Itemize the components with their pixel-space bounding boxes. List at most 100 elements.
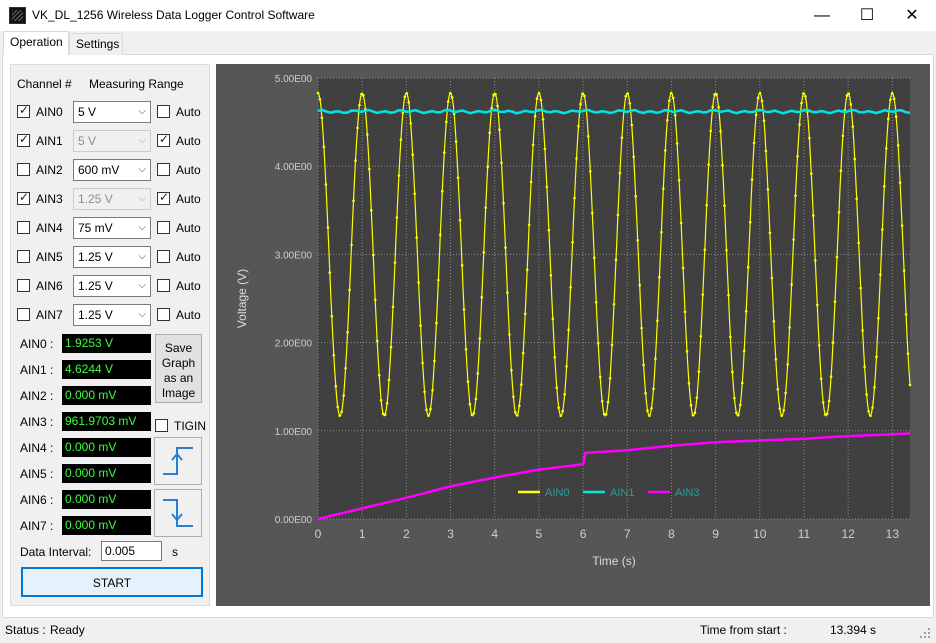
data-point: [318, 98, 322, 101]
rising-edge-icon: [163, 447, 193, 475]
minimize-button[interactable]: —: [799, 0, 845, 31]
auto-checkbox-ain5[interactable]: [157, 250, 170, 263]
data-point: [433, 359, 436, 363]
data-point: [610, 343, 614, 347]
range-select-ain2[interactable]: 600 mV ⌵: [73, 159, 151, 181]
readout-label: AIN6 :: [20, 493, 54, 507]
readout-value: 0.000 mV: [62, 386, 151, 405]
auto-checkbox-ain4[interactable]: [157, 221, 170, 234]
data-point: [411, 153, 414, 156]
data-point: [715, 93, 718, 96]
data-point: [881, 228, 884, 231]
data-point: [439, 233, 442, 237]
falling-edge-button[interactable]: [154, 489, 202, 537]
range-select-ain4[interactable]: 75 mV ⌵: [73, 217, 151, 239]
data-point: [395, 216, 399, 219]
channel-checkbox-ain5[interactable]: [17, 250, 30, 263]
data-point: [774, 358, 778, 361]
channel-checkbox-ain2[interactable]: [17, 163, 30, 176]
data-point: [652, 387, 655, 391]
data-point: [660, 230, 663, 234]
data-interval-input[interactable]: 0.005: [101, 541, 162, 561]
range-select-ain5[interactable]: 1.25 V ⌵: [73, 246, 151, 268]
auto-checkbox-ain6[interactable]: [157, 279, 170, 292]
legend-label: AIN1: [610, 487, 634, 499]
data-point: [316, 91, 320, 95]
data-point: [539, 98, 543, 102]
data-point: [502, 201, 505, 205]
data-point: [415, 236, 418, 239]
readout-value: 1.9253 V: [62, 334, 151, 353]
data-point: [634, 194, 637, 198]
range-select-ain6[interactable]: 1.25 V ⌵: [73, 275, 151, 297]
data-point: [748, 220, 752, 224]
data-point: [474, 397, 478, 401]
range-value: 75 mV: [78, 221, 113, 235]
tigin-checkbox[interactable]: [155, 419, 168, 432]
data-point: [604, 413, 608, 416]
range-select-ain0[interactable]: 5 V ⌵: [73, 101, 151, 123]
data-point: [741, 381, 744, 385]
auto-checkbox-ain3[interactable]: [157, 190, 170, 205]
data-point: [443, 151, 446, 154]
data-point: [646, 409, 649, 412]
data-point: [902, 269, 906, 272]
channel-checkbox-ain1[interactable]: [17, 132, 30, 147]
close-button[interactable]: ✕: [889, 0, 935, 31]
data-point: [887, 117, 890, 121]
data-point: [362, 94, 365, 97]
chart-panel: 0 1 2 3 4 5 6 7 8 9 10 11 12 13 0.00E00 1.00E00 2.00E00 3…: [216, 64, 930, 606]
data-point: [654, 357, 657, 361]
range-value: 1.25 V: [78, 279, 113, 293]
data-point: [624, 94, 628, 98]
data-point: [804, 95, 807, 98]
data-point: [892, 97, 896, 101]
channel-checkbox-ain0[interactable]: [17, 103, 30, 118]
data-point: [470, 413, 474, 417]
channel-checkbox-ain4[interactable]: [17, 221, 30, 234]
channel-checkbox-ain3[interactable]: [17, 190, 30, 205]
data-point: [817, 344, 821, 347]
data-point: [413, 192, 416, 195]
data-point: [721, 163, 724, 167]
data-point: [871, 406, 874, 409]
data-point: [437, 278, 440, 282]
data-point: [668, 99, 671, 102]
data-point: [486, 165, 490, 169]
start-button[interactable]: START: [21, 567, 203, 597]
data-point: [520, 383, 523, 386]
data-point: [847, 92, 851, 95]
x-tick-label: 2: [403, 527, 410, 541]
auto-label: Auto: [176, 105, 201, 119]
save-graph-button[interactable]: Save Graph as an Image: [155, 334, 202, 403]
data-point: [427, 414, 430, 418]
data-point: [525, 268, 529, 272]
data-point: [725, 249, 728, 252]
x-tick-label: 11: [798, 527, 811, 541]
channel-label: AIN5: [36, 250, 63, 264]
chevron-down-icon: ⌵: [138, 135, 146, 146]
tab-settings[interactable]: Settings: [69, 33, 123, 55]
readout-label: AIN2 :: [20, 389, 54, 403]
auto-checkbox-ain0[interactable]: [157, 105, 170, 118]
resize-grip-icon[interactable]: [918, 626, 932, 640]
data-point: [484, 206, 488, 209]
channel-checkbox-ain7[interactable]: [17, 308, 30, 321]
maximize-button[interactable]: ☐: [844, 0, 890, 31]
data-point: [446, 100, 450, 103]
data-point: [693, 411, 697, 415]
auto-checkbox-ain1[interactable]: [157, 132, 170, 147]
auto-checkbox-ain2[interactable]: [157, 163, 170, 176]
data-point: [707, 163, 710, 166]
data-point: [731, 370, 734, 374]
range-value: 1.25 V: [78, 308, 113, 322]
data-point: [855, 197, 858, 201]
data-point: [889, 98, 892, 102]
range-select-ain7[interactable]: 1.25 V ⌵: [73, 304, 151, 326]
auto-checkbox-ain7[interactable]: [157, 308, 170, 321]
channel-checkbox-ain6[interactable]: [17, 279, 30, 292]
data-point: [366, 133, 369, 136]
tab-operation[interactable]: Operation: [3, 31, 69, 55]
save-line: Image: [161, 386, 196, 400]
rising-edge-button[interactable]: [154, 437, 202, 485]
